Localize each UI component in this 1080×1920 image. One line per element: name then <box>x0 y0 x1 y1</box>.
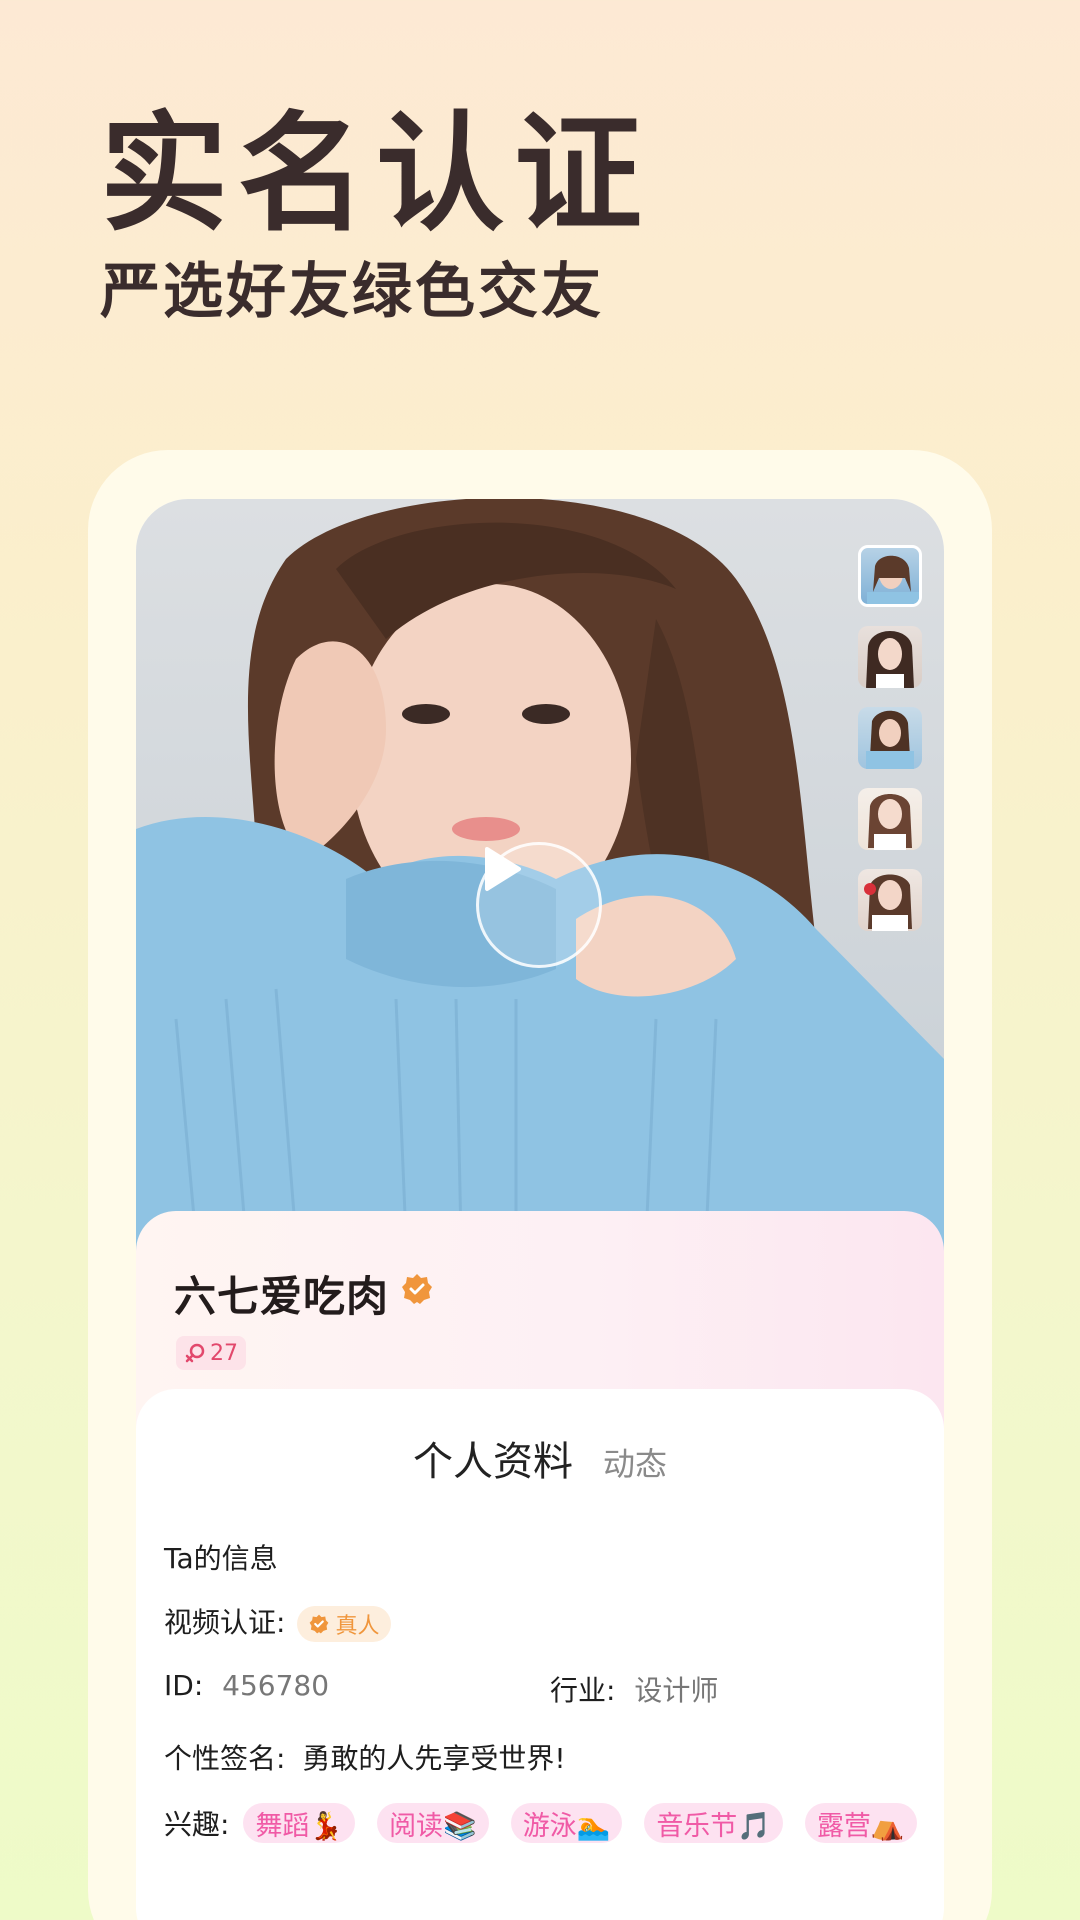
signature-value: 勇敢的人先享受世界! <box>302 1742 566 1775</box>
real-person-badge: 真人 <box>297 1606 392 1642</box>
photo-thumbnail[interactable] <box>858 869 922 931</box>
user-name: 六七爱吃肉 <box>174 1272 390 1321</box>
interest-tag[interactable]: 阅读📚 <box>377 1803 489 1843</box>
female-icon <box>185 1343 205 1363</box>
profile-photo[interactable] <box>136 499 944 1259</box>
play-icon <box>485 847 521 891</box>
age-value: 27 <box>210 1340 238 1366</box>
id-value: 456780 <box>222 1669 330 1702</box>
age-badge: 27 <box>176 1336 246 1370</box>
real-person-label: 真人 <box>335 1614 380 1639</box>
profile-content-sheet: 个人资料 动态 Ta的信息 视频认证: 真人 ID: 456780 行业: 设计师… <box>136 1389 944 1920</box>
video-auth-label: 视频认证: <box>164 1606 286 1639</box>
verified-badge-icon <box>310 1614 329 1634</box>
signature-label: 个性签名: <box>164 1742 286 1775</box>
industry-value: 设计师 <box>634 1674 719 1707</box>
headline-subtitle: 严选好友绿色交友 <box>100 257 604 327</box>
interests-label: 兴趣: <box>164 1808 230 1841</box>
photo-thumbnail[interactable] <box>858 788 922 850</box>
photo-thumbnail[interactable] <box>858 545 922 607</box>
play-video-button[interactable] <box>476 842 602 968</box>
interest-tag[interactable]: 音乐节🎵 <box>644 1803 783 1843</box>
verified-badge-icon <box>402 1274 432 1304</box>
phone-frame: 六七爱吃肉 27 个人资料 动态 Ta的信息 视频认证: 真人 ID: 4567… <box>88 450 992 1920</box>
photo-thumbnail[interactable] <box>858 626 922 688</box>
interest-tag[interactable]: 游泳🏊 <box>510 1803 623 1843</box>
industry-row: 行业: 设计师 <box>550 1669 718 1709</box>
industry-label: 行业: <box>550 1674 616 1707</box>
signature-row: 个性签名: 勇敢的人先享受世界! <box>164 1737 566 1777</box>
id-label: ID: <box>164 1669 204 1702</box>
photo-thumbnail[interactable] <box>858 707 922 769</box>
info-section-title: Ta的信息 <box>164 1542 278 1575</box>
interest-tag[interactable]: 舞蹈💃 <box>243 1803 356 1843</box>
profile-screen: 六七爱吃肉 27 个人资料 动态 Ta的信息 视频认证: 真人 ID: 4567… <box>136 499 944 1920</box>
interest-tag[interactable]: 露营⛺ <box>804 1803 917 1843</box>
headline-title: 实名认证 <box>100 100 653 249</box>
promo-headline: 实名认证 严选好友绿色交友 <box>100 100 652 332</box>
id-row: ID: 456780 <box>164 1669 329 1702</box>
video-auth-row: 视频认证: 真人 <box>164 1601 392 1642</box>
tab-profile-info[interactable]: 个人资料 <box>413 1429 573 1487</box>
interests-row: 兴趣: 舞蹈💃 阅读📚 游泳🏊 音乐节🎵 露营⛺ <box>164 1803 939 1843</box>
tab-moments[interactable]: 动态 <box>603 1439 667 1485</box>
profile-tabs: 个人资料 动态 <box>136 1429 944 1489</box>
photo-thumbnails <box>858 545 924 950</box>
